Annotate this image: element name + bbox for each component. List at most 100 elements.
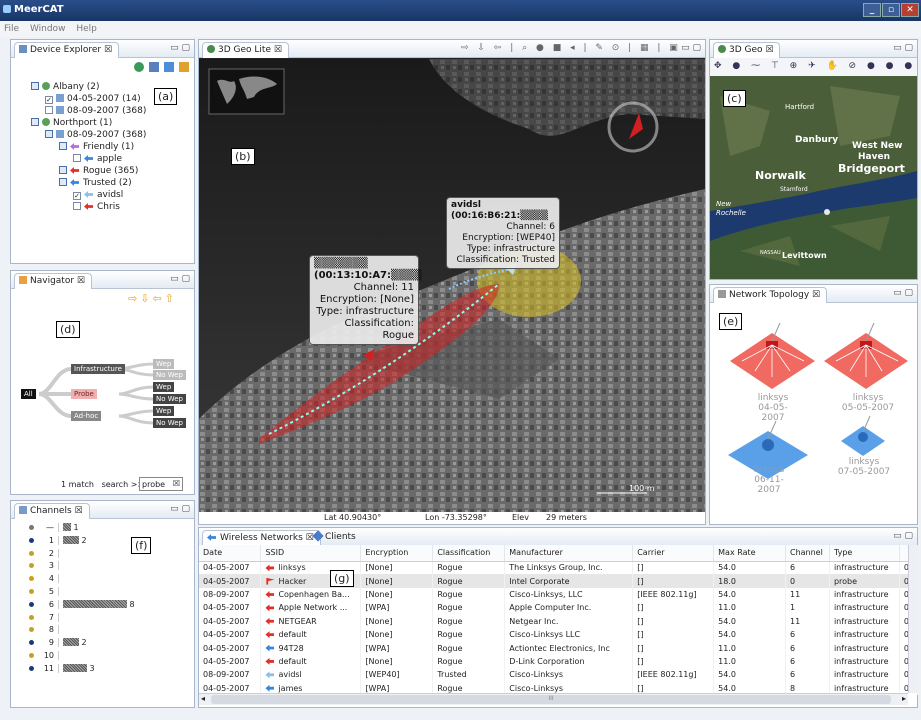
table-row[interactable]: 08-09-2007 avidsl [WEP40] Trusted Cisco-Link… (199, 668, 919, 682)
channel-row[interactable]: 7 (29, 612, 59, 622)
column-header[interactable]: Classification (432, 545, 506, 562)
tree-item-friendly[interactable]: Friendly (1) (59, 142, 134, 152)
channel-row[interactable]: 3 (29, 561, 59, 571)
table-row[interactable]: 04-05-2007 default [None] Rogue Cisco-Linksy… (199, 627, 919, 642)
minimize-maximize-icon[interactable]: ▭ ▢ (893, 531, 913, 541)
channel-row[interactable]: — 1 (29, 523, 79, 532)
toggle-icon[interactable] (59, 166, 67, 174)
nav-node-infrastructure[interactable]: Infrastructure (71, 364, 125, 374)
tree-item-trusted[interactable]: Trusted (2) (59, 178, 132, 188)
channel-row[interactable]: 1 2 (29, 535, 87, 545)
checkbox[interactable]: ✓ (45, 96, 53, 104)
tree-item-device[interactable]: apple (73, 154, 122, 164)
nav-node-nowep[interactable]: No Wep (153, 394, 187, 404)
toggle-icon[interactable] (31, 82, 39, 90)
tree-item-date[interactable]: 08-09-2007 (368) (45, 130, 146, 140)
annotation-label-g: (g) (330, 570, 354, 587)
tree-item-device[interactable]: Chris (73, 202, 120, 212)
toggle-icon[interactable] (45, 130, 53, 138)
nav-node-wep[interactable]: Wep (153, 382, 175, 392)
minimize-button[interactable]: _ (863, 3, 881, 17)
topology-item[interactable]: linksys 06-11-2007 (744, 465, 794, 495)
table-row[interactable]: 08-09-2007 Copenhagen Ba... [None] Rogue Cis… (199, 587, 919, 602)
channel-row[interactable]: 8 (29, 625, 59, 635)
clear-icon[interactable]: ☒ (173, 479, 180, 488)
column-header[interactable]: Date (199, 545, 262, 562)
table-row[interactable]: 04-05-2007 94T28 [WPA] Rogue Actiontec Elect… (199, 641, 919, 655)
geo-lite-toolbar[interactable]: ⇨ ⇩ ⇦ | ⌕ ● ■ ◂ | ✎ ⊙ | ▦ | ▣ (461, 43, 681, 53)
channel-row[interactable]: 2 (29, 548, 59, 558)
nav-node-adhoc[interactable]: Ad-hoc (71, 411, 102, 421)
toggle-icon[interactable] (59, 142, 67, 150)
topology-item[interactable]: linksys 04-05-2007 (748, 393, 798, 423)
channel-row[interactable]: 4 (29, 574, 59, 584)
table-row[interactable]: 04-05-2007 Apple Network ... [WPA] Rogue App… (199, 601, 919, 615)
scroll-left-icon[interactable]: ◂ (201, 694, 205, 703)
nav-node-wep[interactable]: Wep (153, 406, 175, 416)
toggle-icon[interactable] (59, 178, 67, 186)
menu-help[interactable]: Help (76, 24, 97, 34)
menu-file[interactable]: File (4, 24, 19, 34)
channel-row[interactable]: 10 (29, 651, 59, 660)
scroll-thumb[interactable]: III (211, 695, 891, 704)
tree-item-albany[interactable]: Albany (2) (31, 82, 100, 92)
globe-icon[interactable] (134, 62, 144, 72)
nav-node-probe[interactable]: Probe (71, 389, 97, 399)
tab-geo[interactable]: 3D Geo ☒ (713, 42, 781, 58)
tab-wireless-networks[interactable]: Wireless Networks ☒ (202, 530, 321, 546)
tab-channels[interactable]: Channels ☒ (14, 503, 90, 519)
table-row[interactable]: 04-05-2007 NETGEAR [None] Rogue Netgear Inc.… (199, 614, 919, 628)
maximize-button[interactable]: ▫ (882, 3, 900, 17)
column-header[interactable]: SSID (260, 545, 362, 562)
tab-clients[interactable]: Clients (312, 530, 356, 542)
column-header[interactable]: Carrier (632, 545, 715, 562)
channel-row[interactable]: 5 (29, 587, 59, 596)
tab-geo-lite[interactable]: 3D Geo Lite ☒ (202, 42, 289, 58)
column-header[interactable]: Max Rate (713, 545, 786, 562)
nav-node-nowep[interactable]: No Wep (153, 418, 187, 428)
minimize-maximize-icon[interactable]: ▭ ▢ (893, 43, 913, 53)
channel-row[interactable]: 9 2 (29, 638, 87, 648)
minimize-maximize-icon[interactable]: ▭ ▢ (170, 504, 190, 514)
filter-icon[interactable] (179, 62, 189, 72)
horizontal-scrollbar[interactable]: ◂ III ▸ (199, 693, 908, 705)
checkbox[interactable] (45, 106, 53, 114)
nav-node-all[interactable]: All (21, 389, 36, 399)
checkbox[interactable] (73, 202, 81, 210)
tree-item-date[interactable]: ✓ 04-05-2007 (14) (45, 94, 141, 104)
tree-item-device[interactable]: ✓ avidsl (73, 190, 123, 200)
nav-node-nowep[interactable]: No Wep (153, 370, 187, 380)
minimize-maximize-icon[interactable]: ▭ ▢ (681, 43, 701, 53)
nav-node-wep[interactable]: Wep (153, 359, 175, 369)
tree-item-date[interactable]: 08-09-2007 (368) (45, 106, 146, 116)
topology-item[interactable]: linksys 07-05-2007 (834, 457, 894, 477)
topology-item[interactable]: linksys 05-05-2007 (838, 393, 898, 413)
minimize-maximize-icon[interactable]: ▭ ▢ (893, 288, 913, 298)
toggle-icon[interactable] (31, 118, 39, 126)
search-input[interactable]: probe ☒ (139, 477, 183, 491)
tree-item-northport[interactable]: Northport (1) (31, 118, 112, 128)
channel-row[interactable]: 11 3 (29, 663, 95, 673)
table-row[interactable]: 04-05-2007 linksys [None] Rogue The Linksys … (199, 561, 919, 575)
column-header[interactable]: Type (829, 545, 900, 562)
checkbox[interactable] (73, 154, 81, 162)
minimize-maximize-icon[interactable]: ▭ ▢ (170, 43, 190, 53)
channel-row[interactable]: 6 8 (29, 599, 135, 609)
column-header[interactable]: Channel (785, 545, 830, 562)
tab-network-topology[interactable]: Network Topology ☒ (713, 287, 828, 303)
close-button[interactable]: ✕ (901, 3, 919, 17)
checkbox[interactable]: ✓ (73, 192, 81, 200)
menu-window[interactable]: Window (30, 24, 66, 34)
vertical-scrollbar[interactable] (908, 545, 918, 693)
column-header[interactable]: Manufacturer (504, 545, 634, 562)
geo-toolbar[interactable]: ✥ ● ⁓ ⊤ ⊕ ✈ ✋ ⊘ ● ● ● (710, 58, 917, 76)
table-row[interactable]: 04-05-2007 default [None] Rogue D-Link Corpo… (199, 654, 919, 669)
tab-device-explorer[interactable]: Device Explorer ☒ (14, 42, 120, 58)
aerial-map[interactable] (199, 59, 705, 512)
column-header[interactable]: Encryption (360, 545, 434, 562)
arrow-icon[interactable] (164, 62, 174, 72)
scroll-right-icon[interactable]: ▸ (902, 694, 906, 703)
list-icon[interactable] (149, 62, 159, 72)
tree-item-rogue[interactable]: Rogue (365) (59, 166, 138, 176)
table-row[interactable]: 04-05-2007 Hacker [None] Rogue Intel Corpora… (199, 574, 919, 588)
